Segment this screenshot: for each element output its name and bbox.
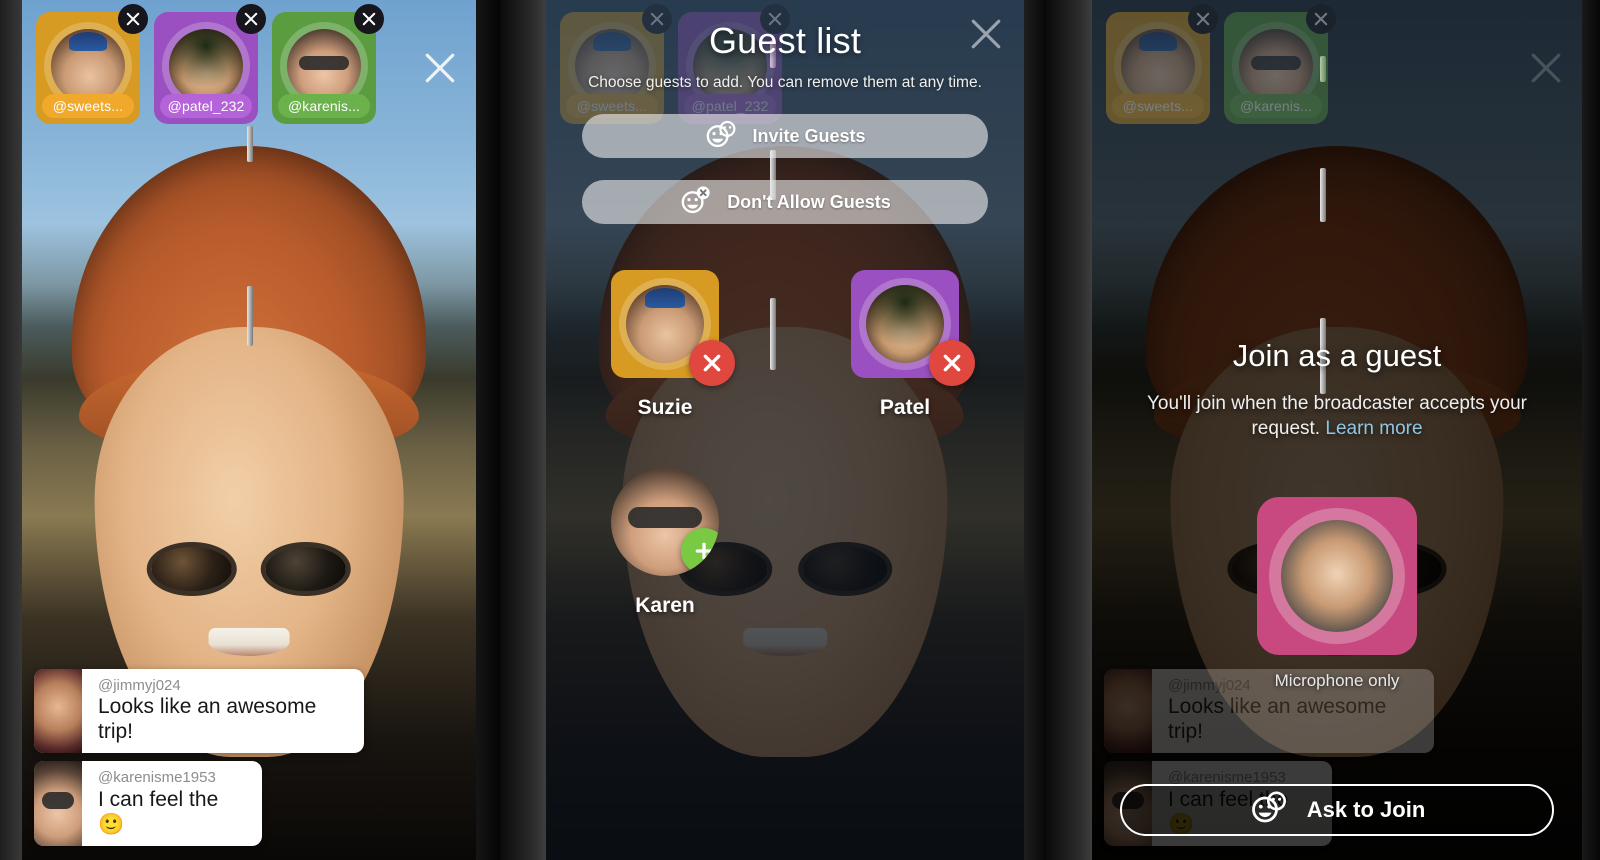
guest-candidate-list: Suzie Patel Karen [546, 270, 1024, 618]
guest-handle: @patel_232 [160, 94, 252, 118]
remove-guest-icon[interactable] [236, 4, 266, 34]
add-plus-icon[interactable] [681, 528, 719, 574]
guest-cell-suzie[interactable]: Suzie [581, 270, 749, 420]
face-blocked-icon [679, 185, 713, 220]
guest-tile-sweets[interactable]: @sweets... [36, 4, 148, 124]
learn-more-link[interactable]: Learn more [1325, 418, 1422, 439]
karen-avatar [287, 29, 361, 103]
jimmy-avatar [34, 668, 82, 754]
two-faces-icon [1249, 790, 1289, 830]
guest-strip: @sweets... @patel_232 @karenis... [36, 4, 462, 124]
chat-message: I can feel the 🙂 [98, 787, 219, 836]
karen-avatar [611, 468, 719, 576]
self-avatar-ring [1269, 508, 1405, 645]
volume-up-button[interactable] [247, 126, 253, 162]
phone-3-screen: @sweets... @karenis... @jimmyj024 Looks … [1092, 0, 1582, 860]
close-x-icon[interactable] [964, 12, 1008, 56]
remove-x-icon[interactable] [689, 340, 735, 386]
remove-guest-icon[interactable] [354, 4, 384, 34]
patel-avatar [169, 29, 243, 103]
guest-tile-karen[interactable]: @karenis... [272, 4, 384, 124]
suzie-avatar [51, 29, 125, 103]
sheet-subtitle: Choose guests to add. You can remove the… [588, 74, 982, 91]
guest-cell-patel[interactable]: Patel [821, 270, 989, 420]
guest-cell-karen[interactable]: Karen [581, 468, 749, 618]
join-as-guest-panel: Join as a guest You'll join when the bro… [1092, 0, 1582, 860]
mic-caption: Microphone only [1274, 671, 1400, 691]
guest-handle: @sweets... [42, 94, 134, 118]
phone-1: @sweets... @patel_232 @karenis... @jimmy… [0, 0, 500, 860]
invite-guests-button[interactable]: Invite Guests [582, 114, 988, 158]
guest-name: Suzie [637, 396, 693, 419]
invite-guests-label: Invite Guests [752, 125, 866, 146]
chat-bubble[interactable]: @jimmyj024 Looks like an awesome trip! [34, 668, 364, 754]
phone-2-screen: @sweets... @patel_232 Guest list Choose … [546, 0, 1024, 860]
remove-x-icon[interactable] [929, 340, 975, 386]
join-title: Join as a guest [1232, 338, 1442, 373]
sheet-title: Guest list [708, 20, 862, 61]
guest-tile [851, 270, 975, 386]
screenshot-stage: @sweets... @patel_232 @karenis... @jimmy… [0, 0, 1600, 860]
two-faces-icon [704, 119, 738, 154]
chat-feed: @jimmyj024 Looks like an awesome trip! @… [34, 668, 364, 846]
phone-3: @sweets... @karenis... @jimmyj024 Looks … [1046, 0, 1600, 860]
self-avatar [1281, 520, 1393, 633]
guest-handle: @karenis... [278, 94, 370, 118]
guest-tile-patel[interactable]: @patel_232 [154, 4, 266, 124]
dont-allow-guests-label: Don't Allow Guests [727, 191, 891, 212]
close-x-icon[interactable] [418, 46, 462, 90]
chat-bubble[interactable]: @karenisme1953 I can feel the 🙂 [34, 761, 262, 846]
chat-username: @karenisme1953 [98, 769, 216, 787]
guest-tile [611, 270, 735, 386]
volume-down-button[interactable] [247, 286, 253, 346]
guest-name: Karen [635, 594, 695, 617]
ask-to-join-label: Ask to Join [1306, 797, 1426, 822]
ask-to-join-button[interactable]: Ask to Join [1120, 784, 1554, 836]
phone-2: @sweets... @patel_232 Guest list Choose … [500, 0, 1046, 860]
join-subtitle: You'll join when the broadcaster accepts… [1142, 392, 1532, 441]
chat-username: @jimmyj024 [98, 676, 181, 694]
dont-allow-guests-button[interactable]: Don't Allow Guests [582, 180, 988, 224]
guest-list-sheet: Guest list Choose guests to add. You can… [546, 0, 1024, 860]
karen-chat-avatar [34, 761, 82, 846]
remove-guest-icon[interactable] [118, 4, 148, 34]
self-preview-tile[interactable] [1257, 497, 1417, 656]
guest-name: Patel [879, 396, 931, 419]
chat-message: Looks like an awesome trip! [98, 695, 317, 744]
